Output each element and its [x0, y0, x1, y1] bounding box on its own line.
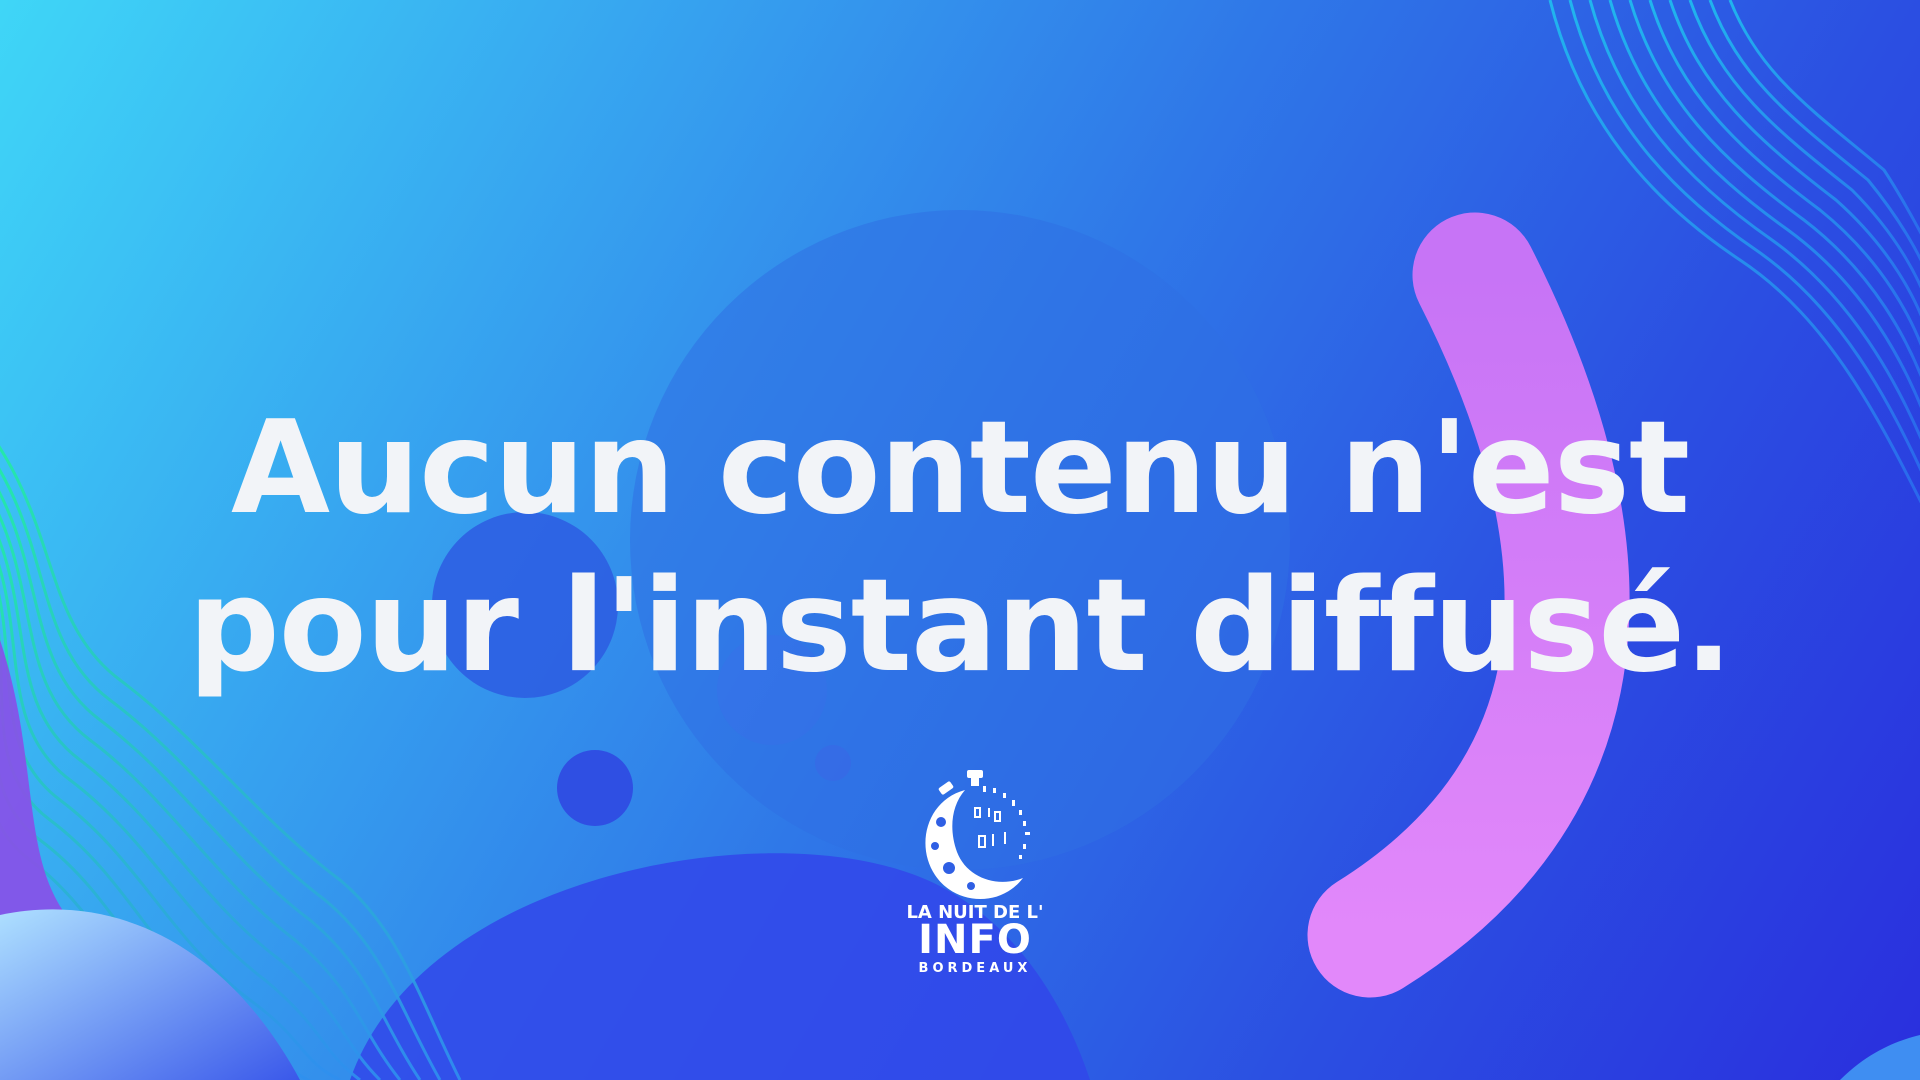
- broadcast-screen: Aucun contenu n'est pour l'instant diffu…: [0, 0, 1920, 1080]
- moon-stopwatch-icon: [925, 770, 1030, 900]
- no-content-message: Aucun contenu n'est pour l'instant diffu…: [0, 390, 1920, 706]
- dot-circle-shape: [557, 750, 633, 826]
- logo-text-info: INFO: [918, 917, 1032, 963]
- bottom-left-blob-shape: [0, 909, 300, 1080]
- message-line-2: pour l'instant diffusé.: [188, 552, 1733, 701]
- logo-text-city: BORDEAUX: [918, 961, 1032, 976]
- nuit-de-l-info-logo: LA NUIT DE L' INFO BORDEAUX: [905, 760, 1045, 980]
- message-line-1: Aucun contenu n'est: [230, 394, 1690, 543]
- tiny-circle-shape: [815, 745, 851, 781]
- bottom-right-blob-shape: [1840, 1035, 1920, 1080]
